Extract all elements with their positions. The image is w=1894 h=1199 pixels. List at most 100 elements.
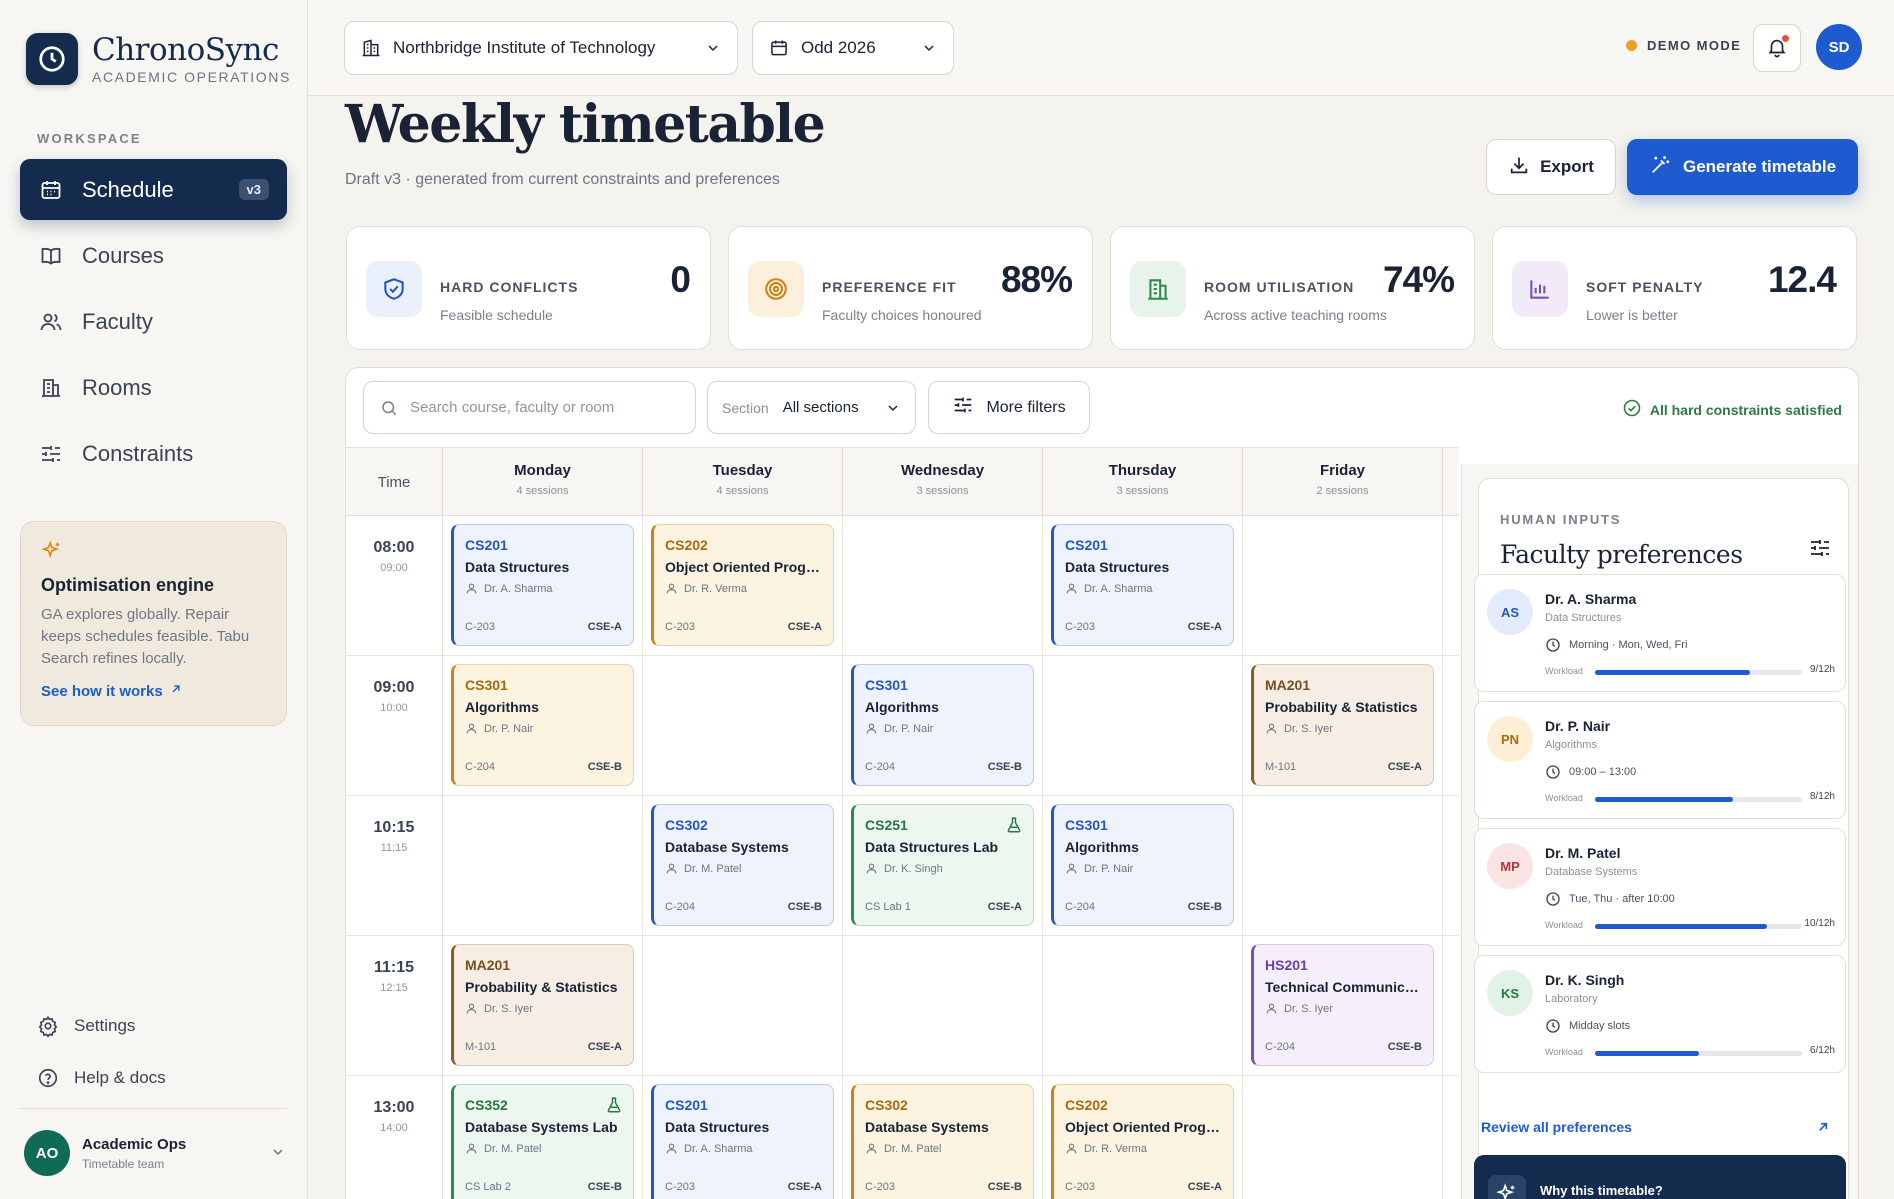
optimisation-engine-card: Optimisation engine GA explores globally… xyxy=(20,521,287,726)
sidebar-item-constraints[interactable]: Constraints xyxy=(20,423,287,484)
day-name: Wednesday xyxy=(900,462,985,479)
help-icon xyxy=(36,1066,60,1090)
more-filters-button[interactable]: More filters xyxy=(928,381,1090,434)
session-card[interactable]: CS202 Object Oriented Progr... Dr. R. Verm… xyxy=(651,524,834,646)
session-card[interactable]: CS352 Database Systems Lab Dr. M. Patel CS … xyxy=(451,1084,634,1199)
session-card[interactable]: CS202 Object Oriented Progr... Dr. R. Verm… xyxy=(1051,1084,1234,1199)
search-input[interactable]: Search course, faculty or room xyxy=(363,381,696,434)
brand-name: ChronoSync xyxy=(92,32,279,68)
bar-chart-icon xyxy=(1512,261,1568,317)
avatar[interactable]: SD xyxy=(1816,24,1862,70)
magic-wand-icon xyxy=(1649,154,1671,181)
workload-bar xyxy=(1595,924,1802,929)
session-card[interactable]: MA201 Probability & Statistics Dr. S. Iyer… xyxy=(1251,664,1434,786)
see-how-link[interactable]: See how it works xyxy=(41,682,266,700)
day-name: Friday xyxy=(1319,462,1365,479)
course-title: Data Structures xyxy=(465,559,570,575)
column-divider xyxy=(1042,656,1043,796)
session-card[interactable]: CS201 Data Structures Dr. A. Sharma C-203 CS… xyxy=(651,1084,834,1199)
faculty-name: Dr. S. Iyer xyxy=(1284,722,1333,735)
institution-select[interactable]: Northbridge Institute of Technology xyxy=(344,21,738,75)
session-card[interactable]: CS201 Data Structures Dr. A. Sharma C-203 CS… xyxy=(1051,524,1234,646)
user-name: Academic Ops xyxy=(82,1135,187,1153)
calendar-icon xyxy=(38,177,64,203)
faculty-name: Dr. M. Patel xyxy=(884,1142,942,1155)
help-link[interactable]: Help & docs xyxy=(20,1052,287,1104)
time-slot: 13:00 14:00 xyxy=(346,1076,443,1199)
notifications-button[interactable] xyxy=(1753,24,1801,72)
sidebar-item-label: Schedule xyxy=(82,176,174,202)
session-card[interactable]: CS302 Database Systems Dr. M. Patel C-203 CS… xyxy=(851,1084,1034,1199)
sidebar-item-faculty[interactable]: Faculty xyxy=(20,291,287,352)
sidebar-item-schedule[interactable]: Schedule v3 xyxy=(20,159,287,220)
faculty-name: Dr. K. Singh xyxy=(1545,972,1625,988)
gear-icon xyxy=(36,1014,60,1038)
course-title: Data Structures Lab xyxy=(865,839,999,855)
faculty-preference-card[interactable]: AS Dr. A. Sharma Data Structures Morning · … xyxy=(1474,574,1846,692)
settings-link[interactable]: Settings xyxy=(20,1000,287,1052)
term-select[interactable]: Odd 2026 xyxy=(752,21,954,75)
workload-bar xyxy=(1595,797,1802,802)
demo-mode-indicator: DEMO MODE xyxy=(1626,38,1741,53)
workload-label: Workload xyxy=(1545,793,1583,803)
user-icon xyxy=(665,1142,678,1155)
course-code: MA201 xyxy=(1265,677,1311,693)
section: CSE-B xyxy=(1187,901,1222,913)
user-role: Timetable team xyxy=(82,1156,165,1171)
session-card[interactable]: CS301 Algorithms Dr. P. Nair C-204 CSE-B xyxy=(1051,804,1234,926)
session-card[interactable]: HS201 Technical Communicat... Dr. S. Iyer C… xyxy=(1251,944,1434,1066)
room: M-101 xyxy=(465,1041,497,1053)
faculty-name: Dr. A. Sharma xyxy=(684,1142,753,1155)
column-divider xyxy=(1242,796,1243,936)
session-card[interactable]: CS302 Database Systems Dr. M. Patel C-204 CS… xyxy=(651,804,834,926)
slot-end-time: 11:15 xyxy=(380,842,408,854)
user-menu[interactable]: AO Academic Ops Timetable team xyxy=(24,1128,286,1178)
stat-preference-fit: PREFERENCE FIT Faculty choices honoured … xyxy=(728,226,1093,350)
course-code: CS202 xyxy=(665,537,708,553)
session-card[interactable]: CS251 Data Structures Lab Dr. K. Singh CS L… xyxy=(851,804,1034,926)
course-title: Probability & Statistics xyxy=(465,979,618,995)
clock-icon xyxy=(1545,764,1561,780)
column-divider xyxy=(1042,796,1043,936)
session-card[interactable]: CS301 Algorithms Dr. P. Nair C-204 CSE-B xyxy=(451,664,634,786)
course-code: CS302 xyxy=(665,817,708,833)
faculty-preference-card[interactable]: MP Dr. M. Patel Database Systems Tue, Thu ·… xyxy=(1474,828,1846,946)
user-icon xyxy=(865,862,878,875)
review-preferences-link[interactable]: Review all preferences xyxy=(1481,1119,1831,1135)
sidebar-item-rooms[interactable]: Rooms xyxy=(20,357,287,418)
generate-timetable-button[interactable]: Generate timetable xyxy=(1627,139,1858,195)
review-label: Review all preferences xyxy=(1481,1119,1632,1135)
sidebar-item-courses[interactable]: Courses xyxy=(20,225,287,286)
faculty-name: Dr. S. Iyer xyxy=(484,1002,533,1015)
faculty-preference-card[interactable]: PN Dr. P. Nair Algorithms 09:00 – 13:00 Work… xyxy=(1474,701,1846,819)
section: CSE-A xyxy=(1387,761,1422,773)
section: CSE-A xyxy=(787,1181,822,1193)
session-card[interactable]: CS301 Algorithms Dr. P. Nair C-204 CSE-B xyxy=(851,664,1034,786)
adjust-sliders-icon[interactable] xyxy=(1808,536,1832,563)
session-card[interactable]: CS201 Data Structures Dr. A. Sharma C-203 CS… xyxy=(451,524,634,646)
export-button[interactable]: Export xyxy=(1486,139,1616,195)
session-card[interactable]: MA201 Probability & Statistics Dr. S. Iyer… xyxy=(451,944,634,1066)
slot-start-time: 09:00 xyxy=(373,679,415,696)
user-icon xyxy=(1265,1002,1278,1015)
user-icon xyxy=(465,1002,478,1015)
column-divider xyxy=(1442,516,1443,656)
faculty-line: Dr. K. Singh xyxy=(865,862,1022,875)
room: C-203 xyxy=(1065,621,1095,633)
stat-description: Lower is better xyxy=(1586,307,1678,323)
day-session-count: 3 sessions xyxy=(1116,485,1169,497)
brand[interactable]: ChronoSync ACADEMIC OPERATIONS xyxy=(26,33,291,85)
faculty-preference-card[interactable]: KS Dr. K. Singh Laboratory Midday slots Work… xyxy=(1474,955,1846,1073)
slot-start-time: 11:15 xyxy=(373,959,415,976)
column-divider xyxy=(642,936,643,1076)
workload-bar-fill xyxy=(1595,1051,1699,1056)
column-divider xyxy=(1242,936,1243,1076)
version-badge: v3 xyxy=(238,179,269,200)
faculty-line: Dr. M. Patel xyxy=(665,862,822,875)
column-divider xyxy=(642,1076,643,1199)
column-divider xyxy=(842,936,843,1076)
section-select[interactable]: Section All sections xyxy=(707,381,916,434)
calendar-icon xyxy=(769,38,789,58)
arrow-up-right-icon xyxy=(1815,1119,1831,1135)
why-this-timetable-card[interactable]: Why this timetable? xyxy=(1474,1155,1846,1199)
